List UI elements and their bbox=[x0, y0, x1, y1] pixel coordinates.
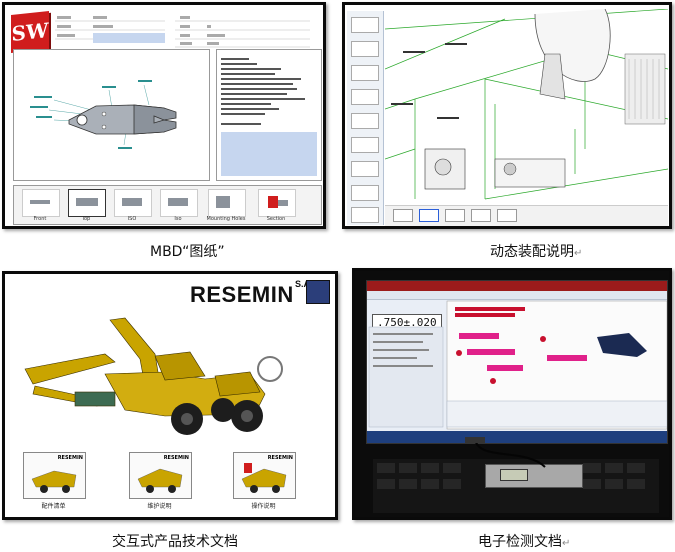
step-thumb[interactable] bbox=[351, 207, 379, 223]
thumb-label: Front bbox=[33, 216, 47, 222]
model-view[interactable] bbox=[13, 49, 210, 181]
resemin-badge-icon bbox=[306, 280, 330, 304]
step-thumb[interactable] bbox=[351, 161, 379, 177]
thumb-label: Top bbox=[81, 216, 91, 222]
caption-text: 动态装配说明 bbox=[490, 244, 574, 260]
bracket-part-drawing bbox=[30, 80, 177, 149]
caption-mbd: MBD“图纸” bbox=[150, 241, 225, 261]
mbd-drawing-panel: SW Front Top ISO Iso Mounting Holes Sect… bbox=[2, 2, 326, 229]
technical-notes-panel bbox=[216, 49, 322, 181]
step-strip-thumb[interactable] bbox=[393, 209, 413, 222]
caption-interactive: 交互式产品技术文档 bbox=[112, 531, 238, 551]
drilling-rig-model[interactable] bbox=[15, 314, 285, 444]
thumb-label: Iso bbox=[174, 216, 182, 222]
step-thumb[interactable] bbox=[351, 137, 379, 153]
step-thumb[interactable] bbox=[351, 185, 379, 201]
operation-card[interactable]: RESEMIN bbox=[233, 452, 296, 499]
solidworks-logo-icon: SW bbox=[11, 11, 49, 53]
caption-text: 交互式产品技术文档 bbox=[112, 534, 238, 550]
maintenance-card[interactable]: RESEMIN bbox=[129, 452, 192, 499]
assembly-3d-view[interactable] bbox=[384, 8, 669, 203]
assembly-model bbox=[384, 8, 669, 200]
step-strip-thumb[interactable] bbox=[419, 209, 439, 222]
step-list-sidebar bbox=[347, 11, 384, 225]
title-block bbox=[55, 16, 310, 48]
card-brand: RESEMIN bbox=[267, 455, 293, 461]
maintenance-label: 维护说明 bbox=[147, 503, 172, 510]
card-brand: RESEMIN bbox=[163, 455, 189, 461]
step-thumbnail-strip bbox=[385, 205, 668, 226]
step-strip-thumb[interactable] bbox=[471, 209, 491, 222]
caption-inspection: 电子检测文档↵ bbox=[478, 531, 570, 551]
thumb-icons bbox=[30, 196, 288, 208]
paragraph-mark: ↵ bbox=[562, 538, 571, 549]
step-strip-thumb[interactable] bbox=[445, 209, 465, 222]
caption-text: MBD“图纸” bbox=[150, 244, 225, 260]
thumb-label: ISO bbox=[127, 216, 137, 222]
resemin-logo-text: RESEMIN bbox=[190, 282, 294, 307]
assembly-instructions-panel bbox=[342, 2, 672, 229]
notes-highlight-box bbox=[221, 132, 317, 176]
step-thumb[interactable] bbox=[351, 89, 379, 105]
laptop-screen: .750±.020 bbox=[366, 280, 668, 444]
app-title-bar bbox=[367, 281, 667, 291]
thumb-label: Mounting Holes bbox=[206, 216, 246, 222]
view-thumbnail-strip: Front Top ISO Iso Mounting Holes Section bbox=[13, 185, 322, 225]
step-thumb[interactable] bbox=[351, 17, 379, 33]
step-strip-thumb[interactable] bbox=[497, 209, 517, 222]
caption-text: 电子检测文档 bbox=[478, 534, 562, 550]
step-thumb[interactable] bbox=[351, 113, 379, 129]
operation-label: 操作说明 bbox=[251, 503, 276, 510]
interactive-product-doc-panel: RESEMIN S.A. RESEMIN RESEMIN RESEMIN 配件清… bbox=[2, 271, 338, 520]
card-brand: RESEMIN bbox=[57, 455, 83, 461]
parts-list-card[interactable]: RESEMIN bbox=[23, 452, 86, 499]
notes-text-lines bbox=[221, 58, 305, 125]
step-thumb[interactable] bbox=[351, 65, 379, 81]
step-thumb[interactable] bbox=[351, 41, 379, 57]
inspection-doc-panel: .750±.020 bbox=[352, 268, 672, 520]
caliper-cable bbox=[465, 437, 546, 468]
caption-assembly: 动态装配说明↵ bbox=[490, 241, 582, 261]
thumb-label: Section bbox=[266, 216, 286, 222]
parts-list-label: 配件清单 bbox=[41, 503, 66, 510]
inspection-workspace[interactable] bbox=[367, 299, 667, 431]
paragraph-mark: ↵ bbox=[574, 248, 583, 259]
logo-text: SW bbox=[11, 18, 49, 46]
